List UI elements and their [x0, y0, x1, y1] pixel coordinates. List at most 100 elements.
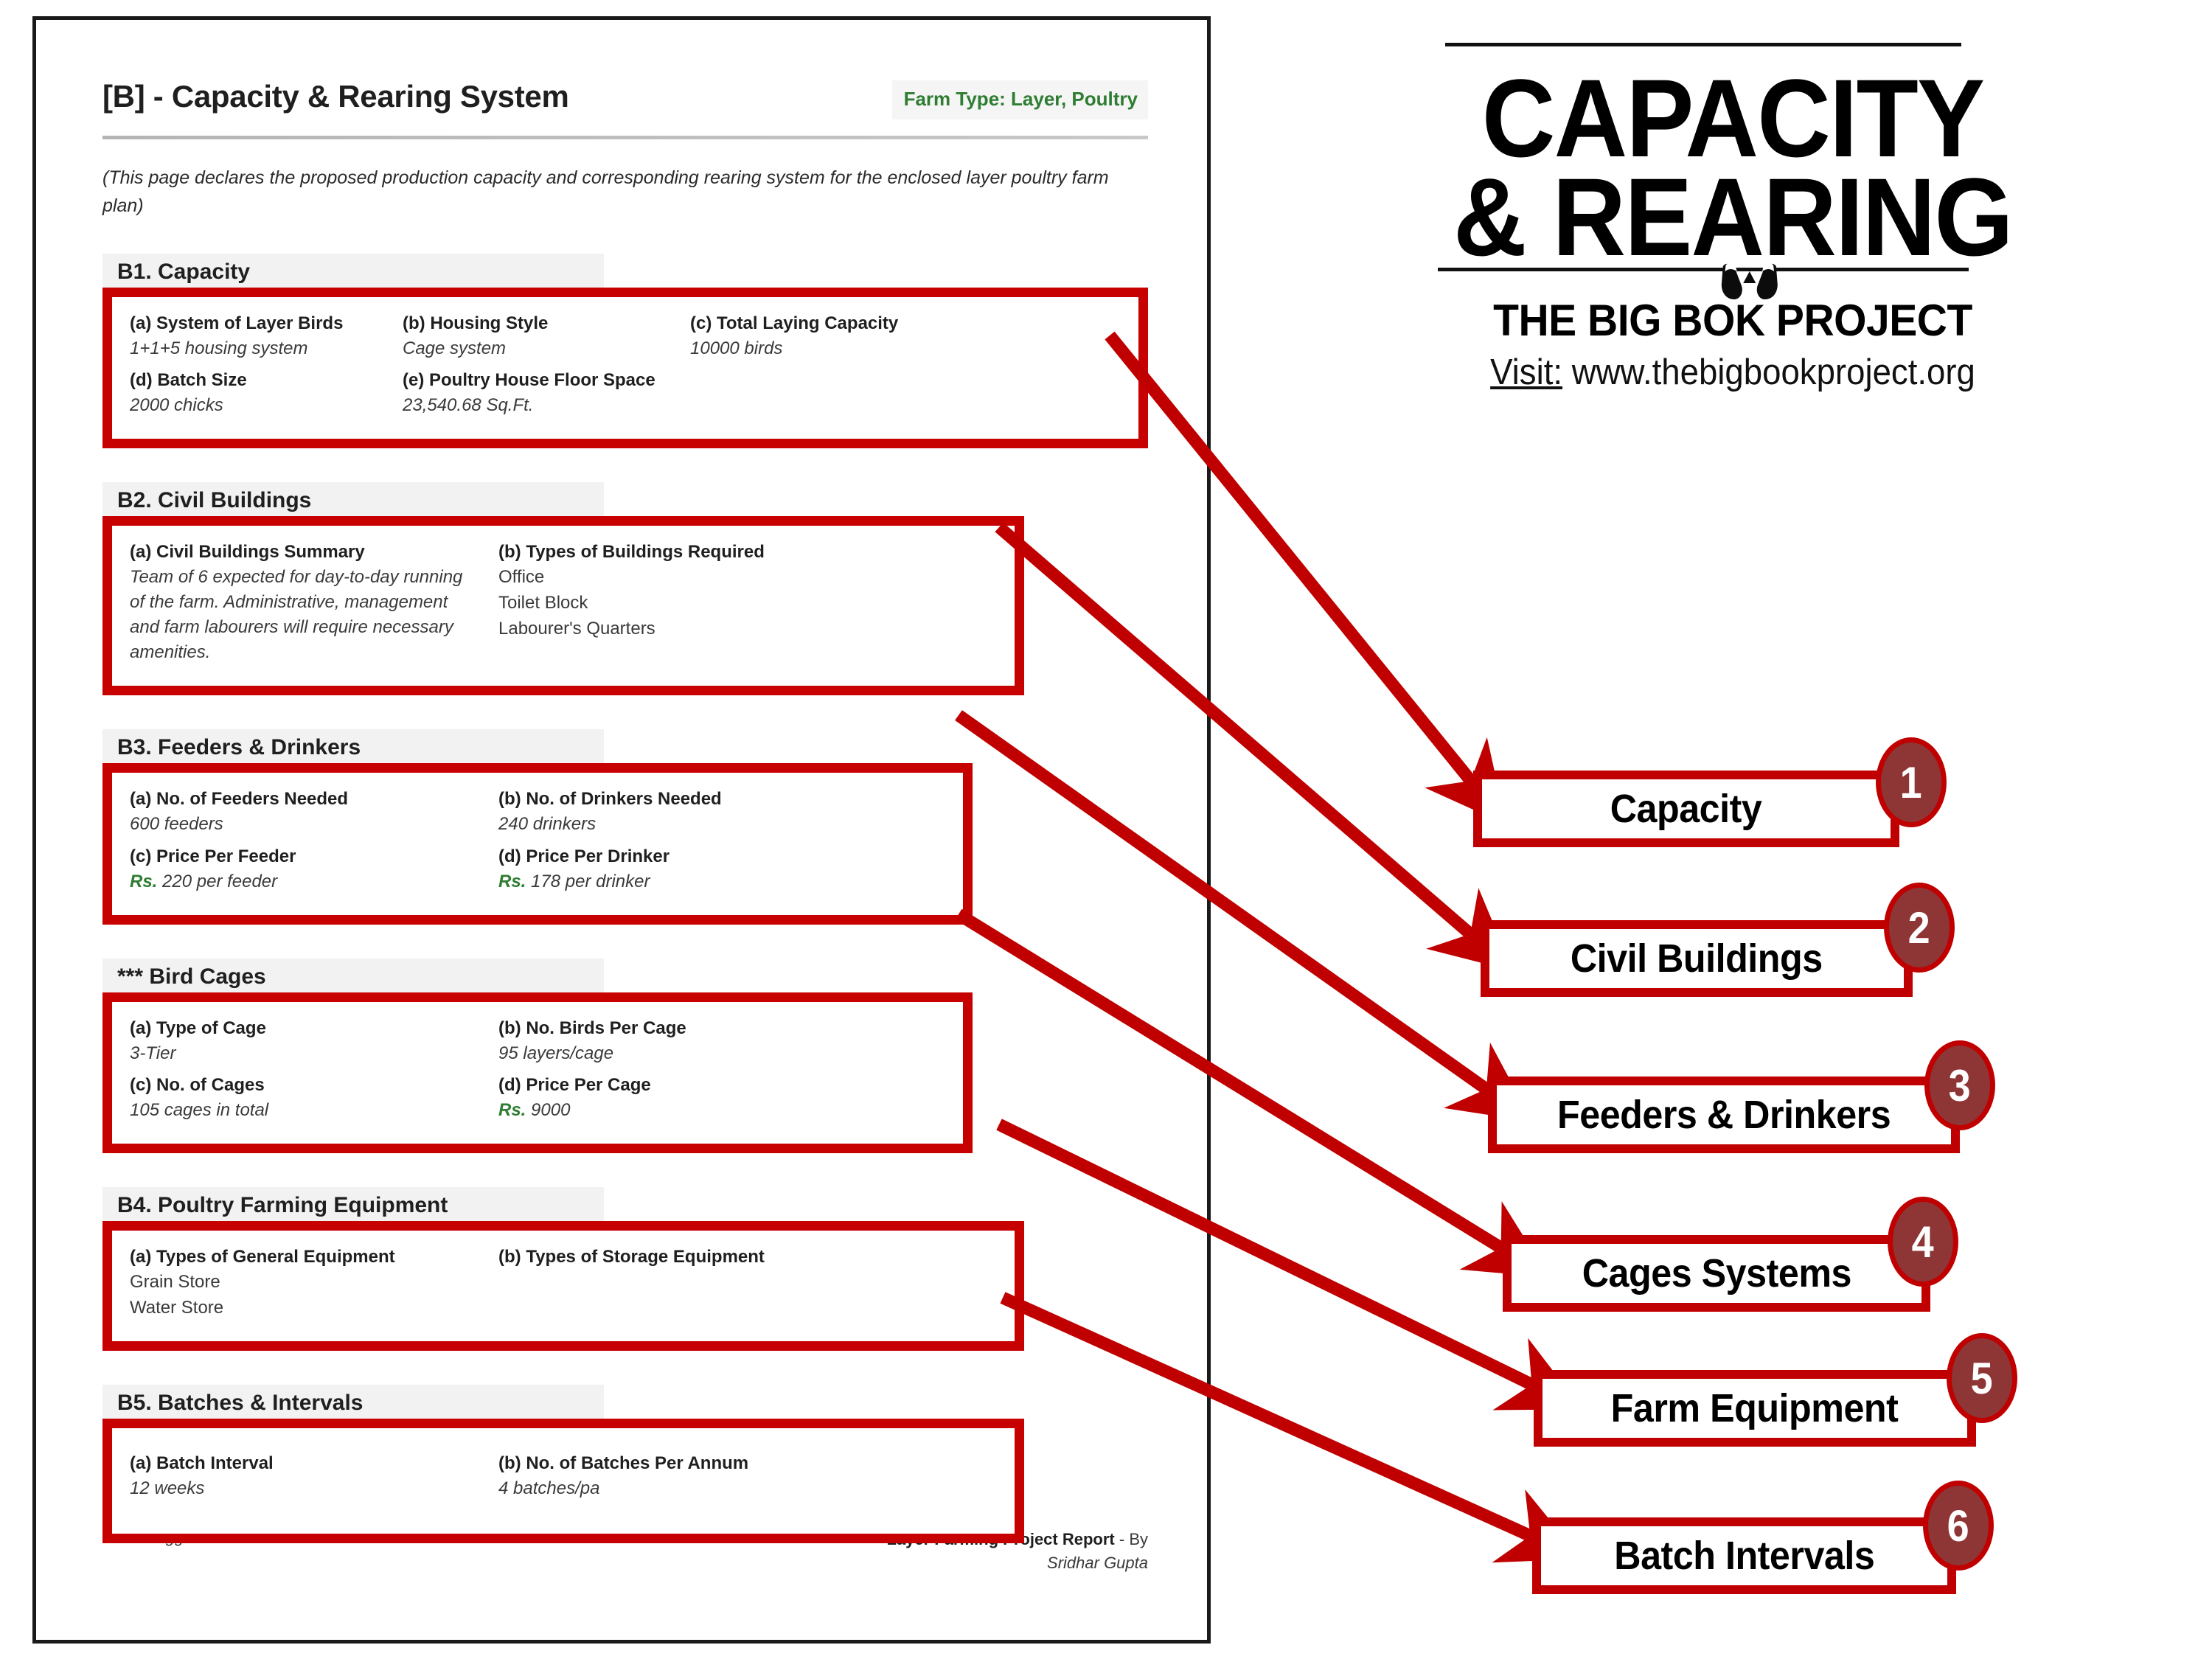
- section-heading-bird-cages: *** Bird Cages: [102, 958, 604, 997]
- field-value: Office: [498, 567, 545, 588]
- callout-label: Civil Buildings: [1571, 936, 1823, 981]
- field-label: (b) No. of Batches Per Annum: [498, 1453, 749, 1473]
- section-heading-b5: B5. Batches & Intervals: [102, 1384, 604, 1423]
- highlight-box-feeders-drinkers: (a) No. of Feeders Needed 600 feeders (c…: [102, 763, 973, 925]
- section-heading-b4: B4. Poultry Farming Equipment: [102, 1186, 604, 1225]
- field-label: (a) System of Layer Birds: [130, 313, 344, 333]
- field-label: (c) Total Laying Capacity: [690, 313, 899, 333]
- callout-badge-3: 3: [1924, 1040, 1995, 1130]
- field-value: 4 batches/pa: [498, 1478, 600, 1498]
- field-value: Rs. 220 per feeder: [130, 869, 498, 900]
- field-label: (c) No. of Cages: [130, 1074, 265, 1095]
- binoculars-icon: [1721, 263, 1778, 299]
- callout-label: Capacity: [1610, 787, 1762, 831]
- callout-badge-6: 6: [1923, 1481, 1994, 1571]
- callout-capacity[interactable]: Capacity: [1473, 771, 1899, 847]
- farm-type-badge: Farm Type: Layer, Poultry: [891, 80, 1148, 119]
- footer-author: Sridhar Gupta: [1047, 1554, 1148, 1573]
- document-page: [B] - Capacity & Rearing System Farm Typ…: [32, 16, 1211, 1644]
- currency-prefix: Rs.: [498, 1099, 526, 1120]
- badge-number: 4: [1911, 1217, 1935, 1267]
- title-divider: [102, 136, 1148, 139]
- callout-cages-systems[interactable]: Cages Systems: [1503, 1235, 1930, 1312]
- value-text: 9000: [531, 1099, 571, 1120]
- badge-number: 1: [1899, 757, 1923, 807]
- footer-by-label: - By: [1119, 1530, 1148, 1549]
- panel-title-line-2: & REARING: [1453, 155, 2014, 279]
- highlight-box-civil-buildings: (a) Civil Buildings Summary Team of 6 ex…: [102, 516, 1024, 696]
- currency-prefix: Rs.: [498, 871, 526, 891]
- field-grid: (a) No. of Feeders Needed 600 feeders (c…: [130, 786, 945, 900]
- badge-number: 6: [1947, 1500, 1970, 1551]
- field-label: (b) Housing Style: [403, 313, 549, 333]
- section-heading-b1: B1. Capacity: [102, 254, 604, 292]
- field-label: (a) Type of Cage: [130, 1018, 266, 1038]
- field-label: (a) Civil Buildings Summary: [130, 542, 365, 563]
- highlight-box-bird-cages: (a) Type of Cage 3-Tier (c) No. of Cages…: [102, 992, 973, 1153]
- top-divider: [1445, 43, 1961, 46]
- field-grid: (a) Type of Cage 3-Tier (c) No. of Cages…: [130, 1015, 945, 1129]
- highlight-box-capacity: (a) System of Layer Birds 1+1+5 housing …: [102, 288, 1148, 449]
- url-text: www.thebigbookproject.org: [1571, 352, 1975, 392]
- field-value: Toilet Block: [498, 593, 588, 613]
- value-text: 178 per drinker: [531, 871, 650, 891]
- highlight-box-farm-equipment: (a) Types of General Equipment Grain Sto…: [102, 1220, 1024, 1351]
- field-label: (b) Types of Buildings Required: [498, 542, 765, 563]
- visit-label: Visit:: [1490, 352, 1563, 392]
- field-grid: (a) Types of General Equipment Grain Sto…: [130, 1244, 997, 1326]
- callout-farm-equipment[interactable]: Farm Equipment: [1534, 1370, 1976, 1447]
- field-value: Rs. 9000: [498, 1097, 945, 1129]
- brand-text-pre: THE BIG B: [1493, 296, 1703, 345]
- field-value: Grain Store: [130, 1271, 220, 1292]
- callout-batch-intervals[interactable]: Batch Intervals: [1532, 1517, 1956, 1594]
- section-heading-b2: B2. Civil Buildings: [102, 482, 604, 521]
- field-label: (d) Batch Size: [130, 370, 247, 391]
- highlight-box-batch-intervals: (a) Batch Interval 12 weeks (b) No. of B…: [102, 1418, 1024, 1544]
- currency-prefix: Rs.: [130, 871, 158, 891]
- field-value: Cage system: [403, 338, 507, 358]
- callout-badge-5: 5: [1947, 1333, 2017, 1423]
- field-value: 23,540.68 Sq.Ft.: [403, 395, 534, 416]
- intro-paragraph: (This page declares the proposed product…: [102, 167, 1109, 216]
- field-label: (b) No. of Drinkers Needed: [498, 789, 722, 810]
- field-label: (c) Price Per Feeder: [130, 846, 296, 866]
- field-label: (a) Types of General Equipment: [130, 1246, 395, 1267]
- field-value: 10000 birds: [690, 338, 783, 358]
- field-label: (b) Types of Storage Equipment: [498, 1246, 765, 1267]
- callout-badge-2: 2: [1884, 883, 1955, 973]
- callout-badge-4: 4: [1888, 1197, 1958, 1287]
- brand-wordmark: THE BIG BOK PROJECT: [1493, 263, 1972, 346]
- bottom-divider: [1438, 268, 1969, 271]
- field-label: (e) Poultry House Floor Space: [403, 370, 655, 391]
- badge-number: 3: [1948, 1060, 1972, 1110]
- callout-badge-1: 1: [1876, 737, 1947, 827]
- field-label: (d) Price Per Cage: [498, 1074, 651, 1095]
- field-value: 105 cages in total: [130, 1099, 269, 1120]
- badge-number: 2: [1907, 902, 1931, 953]
- badge-number: 5: [1970, 1353, 1994, 1403]
- callout-label: Cages Systems: [1582, 1251, 1851, 1295]
- field-value: 12 weeks: [130, 1478, 205, 1498]
- field-label: (a) No. of Feeders Needed: [130, 789, 349, 810]
- brand-url[interactable]: Visit: www.thebigbookproject.org: [1287, 352, 2179, 393]
- callout-label: Farm Equipment: [1611, 1386, 1899, 1430]
- field-value: Water Store: [130, 1297, 224, 1318]
- page-title: [B] - Capacity & Rearing System: [102, 79, 569, 114]
- field-label: (d) Price Per Drinker: [498, 846, 670, 866]
- field-value: Team of 6 expected for day-to-day runnin…: [130, 567, 463, 663]
- field-grid: (a) System of Layer Birds 1+1+5 housing …: [130, 310, 1121, 424]
- value-text: 220 per feeder: [162, 871, 278, 891]
- field-label: (a) Batch Interval: [130, 1453, 274, 1473]
- field-value: 600 feeders: [130, 814, 223, 835]
- callout-civil-buildings[interactable]: Civil Buildings: [1481, 920, 1913, 997]
- branding: THE BIG BOK PROJECT Visit: www.thebigboo…: [1253, 263, 2212, 393]
- section-heading-b3: B3. Feeders & Drinkers: [102, 729, 604, 768]
- callout-feeders-drinkers[interactable]: Feeders & Drinkers: [1488, 1077, 1960, 1153]
- document-content: [B] - Capacity & Rearing System Farm Typ…: [36, 20, 1207, 1640]
- field-value: Rs. 178 per drinker: [498, 869, 945, 900]
- field-value: 2000 chicks: [130, 395, 223, 416]
- field-value: 1+1+5 housing system: [130, 338, 308, 358]
- callout-label: Feeders & Drinkers: [1557, 1093, 1891, 1137]
- callout-label: Batch Intervals: [1613, 1534, 1875, 1578]
- field-grid: (a) Batch Interval 12 weeks (b) No. of B…: [130, 1450, 997, 1507]
